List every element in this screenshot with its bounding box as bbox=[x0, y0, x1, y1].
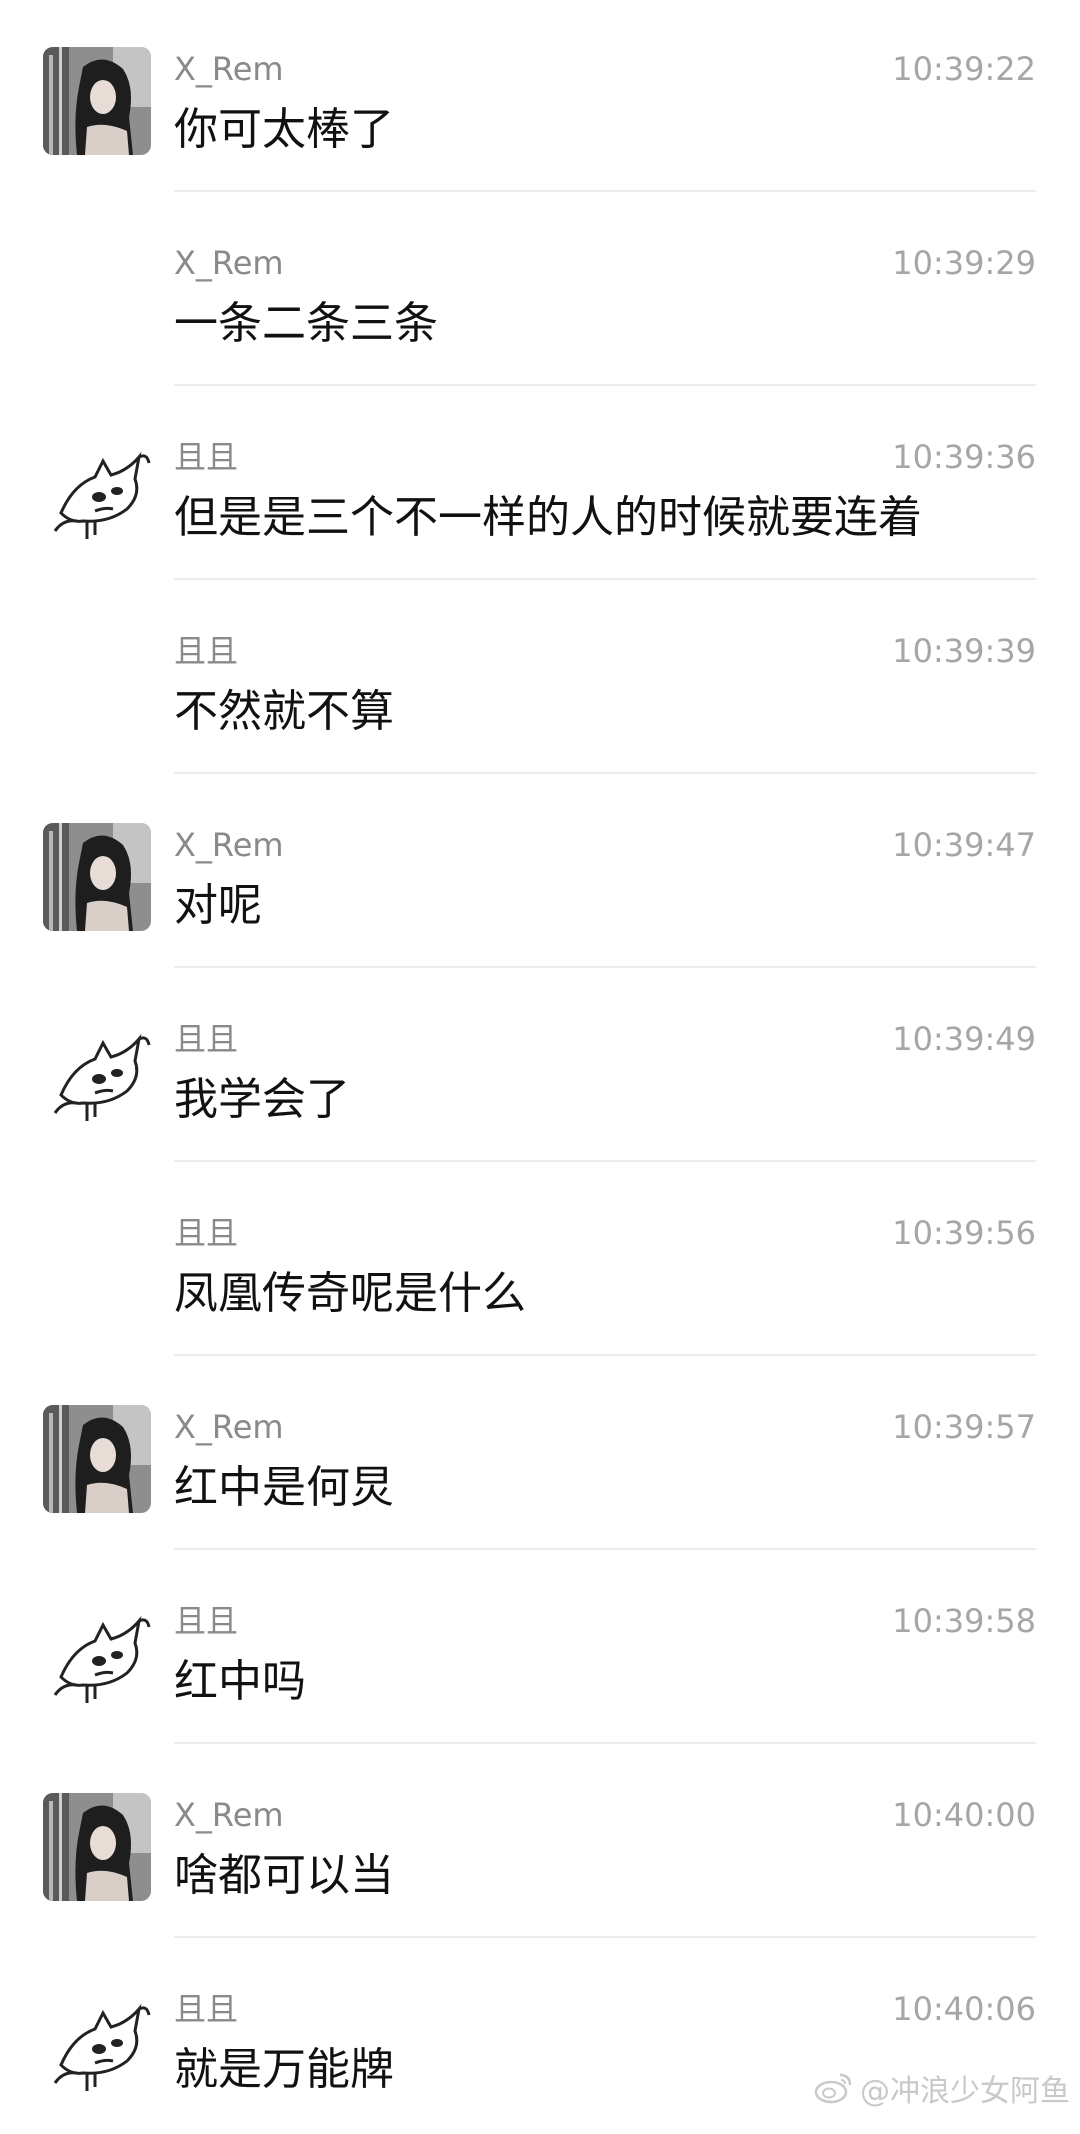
message-time: 10:39:56 bbox=[892, 1214, 1036, 1252]
avatar-girl-icon[interactable] bbox=[43, 47, 151, 155]
avatar-cat-icon[interactable] bbox=[43, 435, 151, 543]
avatar-girl-icon[interactable] bbox=[43, 1793, 151, 1901]
divider bbox=[174, 966, 1036, 968]
message-row[interactable]: 且且 10:39:39 不然就不算 bbox=[0, 582, 1080, 776]
message-row[interactable]: X_Rem 10:39:57 红中是何炅 bbox=[0, 1358, 1080, 1552]
sender-name: 且且 bbox=[174, 1020, 239, 1058]
sender-name: X_Rem bbox=[174, 244, 284, 282]
divider bbox=[174, 578, 1036, 580]
message-text[interactable]: 但是是三个不一样的人的时候就要连着 bbox=[174, 490, 922, 546]
message-time: 10:39:29 bbox=[892, 244, 1036, 282]
divider bbox=[174, 1160, 1036, 1162]
sender-name: X_Rem bbox=[174, 826, 284, 864]
message-time: 10:39:36 bbox=[892, 438, 1036, 476]
message-row[interactable]: 且且 10:39:58 红中吗 bbox=[0, 1552, 1080, 1746]
divider bbox=[174, 190, 1036, 192]
divider bbox=[174, 1936, 1036, 1938]
message-text[interactable]: 啥都可以当 bbox=[174, 1848, 394, 1904]
message-time: 10:39:39 bbox=[892, 632, 1036, 670]
avatar-cat-icon[interactable] bbox=[43, 1017, 151, 1125]
message-time: 10:40:06 bbox=[892, 1990, 1036, 2028]
avatar-girl-icon[interactable] bbox=[43, 1405, 151, 1513]
message-text[interactable]: 红中吗 bbox=[174, 1654, 306, 1710]
message-text[interactable]: 对呢 bbox=[174, 878, 262, 934]
avatar-girl-icon[interactable] bbox=[43, 823, 151, 931]
divider bbox=[174, 1742, 1036, 1744]
sender-name: X_Rem bbox=[174, 50, 284, 88]
divider bbox=[174, 1548, 1036, 1550]
message-row[interactable]: X_Rem 10:39:22 你可太棒了 bbox=[0, 0, 1080, 194]
message-text[interactable]: 我学会了 bbox=[174, 1072, 350, 1128]
message-time: 10:39:22 bbox=[892, 50, 1036, 88]
sender-name: X_Rem bbox=[174, 1796, 284, 1834]
message-text[interactable]: 不然就不算 bbox=[174, 684, 394, 740]
avatar-cat-icon[interactable] bbox=[43, 1987, 151, 2095]
sender-name: 且且 bbox=[174, 632, 239, 670]
message-row[interactable]: X_Rem 10:39:29 一条二条三条 bbox=[0, 194, 1080, 388]
message-text[interactable]: 红中是何炅 bbox=[174, 1460, 394, 1516]
message-text[interactable]: 你可太棒了 bbox=[174, 102, 394, 158]
message-row[interactable]: 且且 10:39:56 凤凰传奇呢是什么 bbox=[0, 1164, 1080, 1358]
message-text[interactable]: 就是万能牌 bbox=[174, 2042, 394, 2098]
watermark-text: @冲浪少女阿鱼 bbox=[860, 2074, 1070, 2109]
weibo-watermark: @冲浪少女阿鱼 bbox=[814, 2066, 1070, 2110]
message-row[interactable]: X_Rem 10:39:47 对呢 bbox=[0, 776, 1080, 970]
avatar-cat-icon[interactable] bbox=[43, 1599, 151, 1707]
sender-name: 且且 bbox=[174, 1602, 239, 1640]
divider bbox=[174, 384, 1036, 386]
chat-history-list: X_Rem 10:39:22 你可太棒了 X_Rem 10:39:29 一条二条… bbox=[0, 0, 1080, 2134]
message-time: 10:39:58 bbox=[892, 1602, 1036, 1640]
divider bbox=[174, 1354, 1036, 1356]
message-text[interactable]: 凤凰传奇呢是什么 bbox=[174, 1266, 526, 1322]
weibo-icon bbox=[814, 2071, 854, 2105]
sender-name: X_Rem bbox=[174, 1408, 284, 1446]
sender-name: 且且 bbox=[174, 438, 239, 476]
message-row[interactable]: X_Rem 10:40:00 啥都可以当 bbox=[0, 1746, 1080, 1940]
message-time: 10:40:00 bbox=[892, 1796, 1036, 1834]
message-time: 10:39:47 bbox=[892, 826, 1036, 864]
message-row[interactable]: 且且 10:39:36 但是是三个不一样的人的时候就要连着 bbox=[0, 388, 1080, 582]
sender-name: 且且 bbox=[174, 1990, 239, 2028]
divider bbox=[174, 772, 1036, 774]
sender-name: 且且 bbox=[174, 1214, 239, 1252]
message-time: 10:39:57 bbox=[892, 1408, 1036, 1446]
message-time: 10:39:49 bbox=[892, 1020, 1036, 1058]
message-text[interactable]: 一条二条三条 bbox=[174, 296, 438, 352]
message-row[interactable]: 且且 10:39:49 我学会了 bbox=[0, 970, 1080, 1164]
